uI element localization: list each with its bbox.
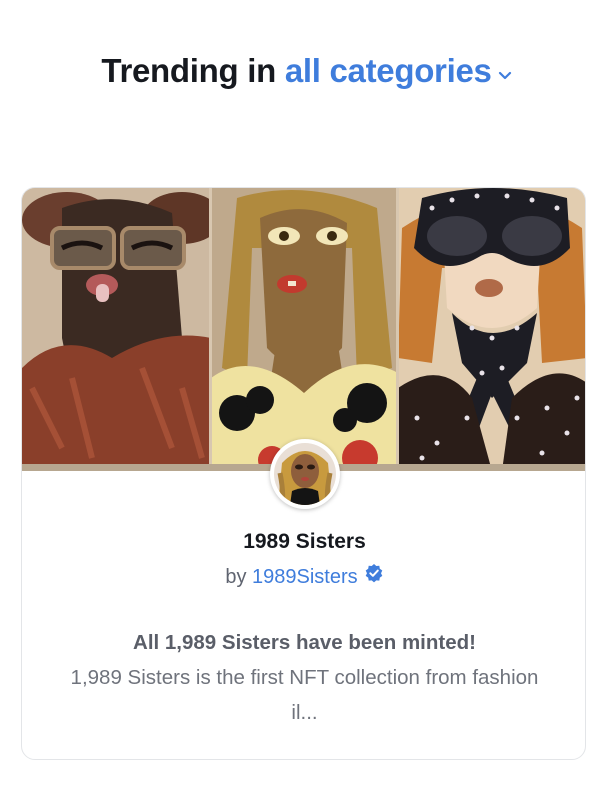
creator-link[interactable]: 1989Sisters <box>252 566 358 588</box>
chevron-down-icon <box>498 51 512 89</box>
collection-card[interactable]: 1989 Sisters by 1989Sisters All 1,989 Si… <box>21 187 586 760</box>
by-label: by <box>225 566 247 588</box>
trending-heading: Trending in all categories <box>0 52 613 90</box>
verified-badge-icon <box>364 563 384 589</box>
collection-name: 1989 Sisters <box>243 530 366 553</box>
description-rest: 1,989 Sisters is the first NFT collectio… <box>70 666 539 724</box>
category-label: all categories <box>284 52 492 89</box>
description-lead: All 1,989 Sisters have been minted! <box>133 631 476 654</box>
collection-banner-image <box>22 188 585 471</box>
collection-byline: by 1989Sisters <box>22 563 585 589</box>
category-selector[interactable]: all categories <box>285 52 512 89</box>
heading-prefix: Trending in <box>101 52 276 89</box>
collection-description: All 1,989 Sisters have been minted! 1,989… <box>62 625 547 730</box>
collection-avatar[interactable] <box>270 439 340 509</box>
